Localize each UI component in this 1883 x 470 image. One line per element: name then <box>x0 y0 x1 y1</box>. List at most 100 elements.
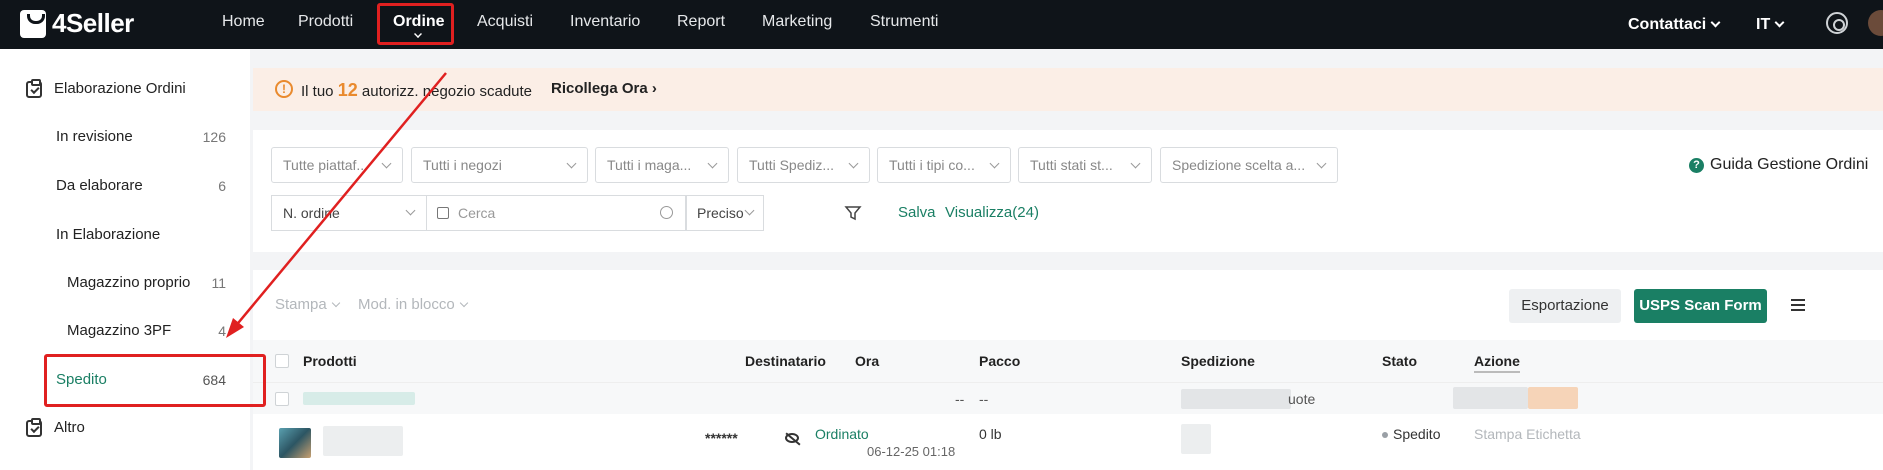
save-link[interactable]: Salva <box>898 204 936 221</box>
status-select-value: Tutti stati st... <box>1030 157 1113 173</box>
blurred-action-accent <box>1528 387 1578 409</box>
logo-bag-icon <box>20 9 46 38</box>
search-field-value: N. ordine <box>283 205 340 221</box>
status-select[interactable]: Tutti stati st... <box>1018 147 1152 183</box>
chevron-down-icon <box>331 298 340 307</box>
sidebar-item-da-elaborare[interactable]: Da elaborare 6 <box>0 166 250 206</box>
eye-off-icon[interactable] <box>785 433 799 443</box>
blurred-shipping <box>1181 424 1211 454</box>
contact-menu[interactable]: Contattaci <box>1628 0 1721 49</box>
status-label: Spedito <box>1393 426 1441 442</box>
col-pacco[interactable]: Pacco <box>979 353 1020 369</box>
nav-strumenti[interactable]: Strumenti <box>870 0 938 49</box>
col-destinatario[interactable]: Destinatario <box>745 353 826 369</box>
match-mode-value: Preciso <box>697 205 744 221</box>
search-input[interactable]: Cerca <box>426 195 686 231</box>
nav-acquisti[interactable]: Acquisti <box>477 0 533 49</box>
chevron-down-icon <box>381 158 392 169</box>
nav-home[interactable]: Home <box>222 0 265 49</box>
match-mode-select[interactable]: Preciso <box>686 195 764 231</box>
sidebar-item-label: In Elaborazione <box>56 226 161 243</box>
store-select[interactable]: Tutti i negozi <box>411 147 588 183</box>
chevron-down-icon <box>1774 17 1785 28</box>
shipping-select-value: Tutti Spediz... <box>749 157 835 173</box>
reconnect-link[interactable]: Ricollega Ora › <box>551 80 657 97</box>
store-select-value: Tutti i negozi <box>423 157 502 173</box>
filter-panel: Tutte piattaf... Tutti i negozi Tutti i … <box>253 130 1883 252</box>
alert-text: Il tuo 12 autorizz. negozio scadute <box>301 80 532 101</box>
nav-report[interactable]: Report <box>677 0 725 49</box>
sidebar-item-in-revisione[interactable]: In revisione 126 <box>0 117 250 157</box>
chevron-right-icon: › <box>651 80 657 97</box>
sidebar-item-label: In revisione <box>56 128 133 145</box>
sidebar-section-altro[interactable]: Altro <box>0 408 250 448</box>
usps-scan-form-button[interactable]: USPS Scan Form <box>1634 289 1767 323</box>
settings-gear-icon[interactable] <box>1826 12 1848 34</box>
sidebar-section-elaborazione[interactable]: Elaborazione Ordini <box>0 69 250 109</box>
view-link[interactable]: Visualizza(24) <box>945 204 1039 221</box>
order-guide-label: Guida Gestione Ordini <box>1710 156 1869 173</box>
col-stato[interactable]: Stato <box>1382 353 1417 369</box>
print-label: Stampa <box>275 296 327 313</box>
clipboard-icon <box>26 418 42 437</box>
sidebar-item-magazzino-proprio[interactable]: Magazzino proprio 11 <box>0 263 250 303</box>
sidebar-item-count: 6 <box>218 178 226 194</box>
order-guide-link[interactable]: ? Guida Gestione Ordini <box>1689 156 1868 174</box>
nav-marketing[interactable]: Marketing <box>762 0 832 49</box>
chevron-down-icon <box>707 158 718 169</box>
shipping-select[interactable]: Tutti Spediz... <box>737 147 870 183</box>
alert-prefix: Il tuo <box>301 83 334 100</box>
chevron-down-icon <box>459 298 468 307</box>
chevron-down-icon <box>566 158 577 169</box>
print-dropdown[interactable]: Stampa <box>275 296 340 313</box>
chosen-shipping-select-value: Spedizione scelta a... <box>1172 157 1306 173</box>
blurred-action <box>1453 387 1528 409</box>
blurred-product-name <box>323 426 403 456</box>
sidebar-item-label: Magazzino proprio <box>67 274 191 291</box>
highlight-ordine <box>377 3 454 45</box>
chevron-down-icon <box>1316 158 1327 169</box>
bulk-edit-dropdown[interactable]: Mod. in blocco <box>358 296 468 313</box>
language-label: IT <box>1756 15 1771 33</box>
platform-select[interactable]: Tutte piattaf... <box>271 147 403 183</box>
chevron-down-icon <box>744 205 755 216</box>
sidebar-item-in-elaborazione[interactable]: In Elaborazione <box>0 215 250 255</box>
help-icon: ? <box>1689 157 1704 173</box>
chevron-down-icon <box>989 158 1000 169</box>
row-checkbox[interactable] <box>275 392 289 406</box>
time-value: 06-12-25 01:18 <box>867 444 956 459</box>
blurred-order-id <box>303 392 415 405</box>
col-spedizione[interactable]: Spedizione <box>1181 353 1255 369</box>
sidebar-item-magazzino-3pf[interactable]: Magazzino 3PF 4 <box>0 311 250 351</box>
column-settings-icon[interactable] <box>1791 299 1805 311</box>
print-label-action[interactable]: Stampa Etichetta <box>1474 426 1581 442</box>
export-button[interactable]: Esportazione <box>1509 289 1621 323</box>
nav-prodotti[interactable]: Prodotti <box>298 0 353 49</box>
logo[interactable]: 4Seller <box>20 8 134 39</box>
bulk-edit-label: Mod. in blocco <box>358 296 455 313</box>
col-ora[interactable]: Ora <box>855 353 879 369</box>
chosen-shipping-select[interactable]: Spedizione scelta a... <box>1160 147 1338 183</box>
clipboard-icon <box>26 79 42 98</box>
search-field-select[interactable]: N. ordine <box>271 195 427 231</box>
type-select[interactable]: Tutti i tipi co... <box>877 147 1011 183</box>
col-prodotti[interactable]: Prodotti <box>303 353 357 369</box>
chevron-down-icon <box>1130 158 1141 169</box>
col-azione[interactable]: Azione <box>1474 353 1520 373</box>
blurred-shipping <box>1181 389 1291 409</box>
chevron-down-icon <box>848 158 859 169</box>
platform-select-value: Tutte piattaf... <box>283 157 369 173</box>
top-navbar: 4Seller Home Prodotti Ordine Acquisti In… <box>0 0 1883 49</box>
avatar[interactable] <box>1868 10 1883 36</box>
highlight-spedito <box>44 354 266 407</box>
nav-inventario[interactable]: Inventario <box>570 0 640 49</box>
language-menu[interactable]: IT <box>1756 0 1785 49</box>
warehouse-select-value: Tutti i maga... <box>607 157 692 173</box>
product-thumbnail[interactable] <box>279 428 311 458</box>
warehouse-select[interactable]: Tutti i maga... <box>595 147 729 183</box>
expired-auth-alert: ! Il tuo 12 autorizz. negozio scadute Ri… <box>253 68 1883 111</box>
select-all-checkbox[interactable] <box>275 354 289 368</box>
status-badge: Spedito <box>1382 426 1440 442</box>
filter-icon[interactable] <box>844 204 862 222</box>
package-weight: 0 lb <box>979 426 1002 442</box>
